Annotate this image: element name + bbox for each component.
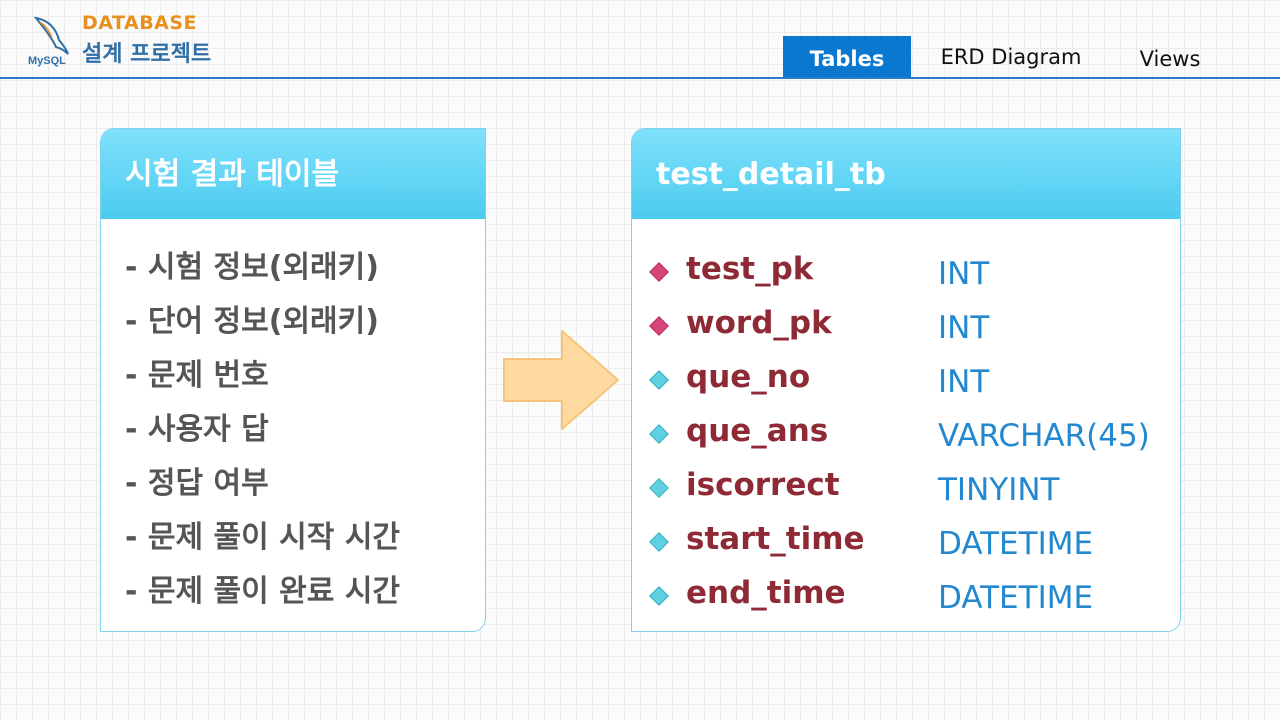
table-row: word_pk INT (649, 299, 1180, 353)
table-row: test_pk INT (649, 245, 1180, 299)
primary-key-diamond-icon (649, 262, 669, 282)
column-diamond-icon (649, 370, 669, 390)
primary-key-diamond-icon (649, 316, 669, 336)
list-item: - 정답 여부 (125, 466, 269, 501)
column-diamond-icon (649, 424, 669, 444)
column-diamond-icon (649, 478, 669, 498)
list-item: - 문제 풀이 시작 시간 (125, 520, 401, 555)
nav-divider (0, 77, 1280, 79)
description-header: 시험 결과 테이블 (101, 129, 485, 219)
field-type: VARCHAR(45) (938, 418, 1150, 454)
field-type: DATETIME (938, 580, 1094, 616)
table-row: start_time DATETIME (649, 515, 1180, 569)
column-diamond-icon (649, 532, 669, 552)
mysql-dolphin-icon: MySQL (28, 16, 69, 67)
field-name: end_time (686, 575, 846, 611)
description-list: - 시험 정보(외래키) - 단어 정보(외래키) - 문제 번호 - 사용자 … (101, 219, 485, 623)
schema-header: test_detail_tb (632, 129, 1180, 219)
logo: MySQL DATABASE 설계 프로젝트 (26, 12, 246, 72)
field-name: que_no (686, 359, 811, 395)
field-name: que_ans (686, 413, 829, 449)
mysql-wordmark: MySQL (28, 55, 66, 67)
field-name: word_pk (686, 305, 832, 341)
tab-views[interactable]: Views (1111, 36, 1229, 78)
table-row: iscorrect TINYINT (649, 461, 1180, 515)
list-item: - 문제 번호 (125, 358, 269, 393)
field-name: start_time (686, 521, 865, 557)
table-row: que_no INT (649, 353, 1180, 407)
table-row: end_time DATETIME (649, 569, 1180, 623)
tab-erd-diagram[interactable]: ERD Diagram (911, 36, 1111, 78)
list-item: - 단어 정보(외래키) (125, 304, 379, 339)
schema-card: test_detail_tb test_pk INT word_pk INT q… (631, 128, 1181, 632)
field-type: INT (938, 364, 990, 400)
logo-title: DATABASE (82, 12, 198, 34)
list-item: - 사용자 답 (125, 412, 269, 447)
field-name: iscorrect (686, 467, 840, 503)
description-card: 시험 결과 테이블 - 시험 정보(외래키) - 단어 정보(외래키) - 문제… (100, 128, 486, 632)
tab-tables[interactable]: Tables (783, 36, 911, 78)
field-list: test_pk INT word_pk INT que_no INT que_a… (632, 219, 1180, 623)
field-type: DATETIME (938, 526, 1094, 562)
list-item: - 시험 정보(외래키) (125, 250, 379, 285)
field-name: test_pk (686, 251, 814, 287)
arrow-right-icon (503, 330, 619, 430)
list-item: - 문제 풀이 완료 시간 (125, 574, 401, 609)
field-type: TINYINT (938, 472, 1060, 508)
nav-tabs: Tables ERD Diagram Views (783, 36, 1229, 78)
field-type: INT (938, 256, 990, 292)
table-row: que_ans VARCHAR(45) (649, 407, 1180, 461)
column-diamond-icon (649, 586, 669, 606)
logo-subtitle: 설계 프로젝트 (82, 42, 212, 67)
field-type: INT (938, 310, 990, 346)
